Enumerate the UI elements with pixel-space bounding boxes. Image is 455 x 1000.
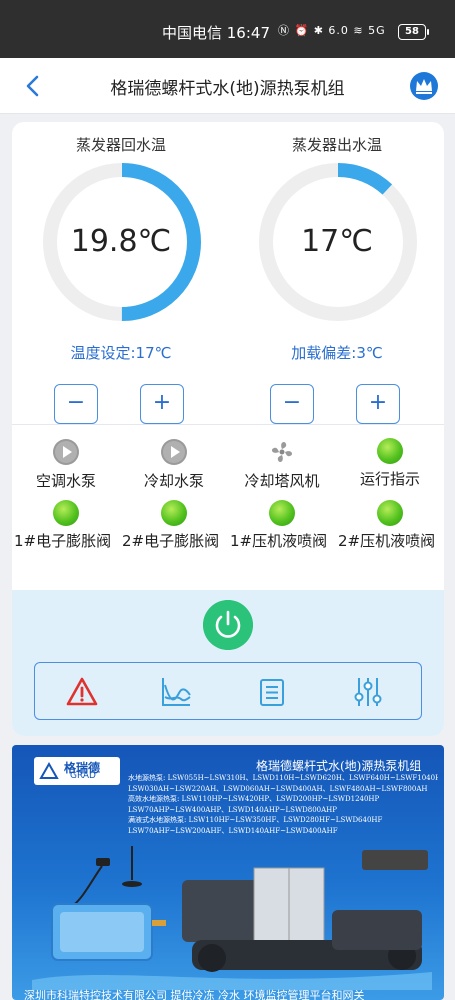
gauge-label: 蒸发器回水温 xyxy=(75,136,166,154)
ad-footer: 深圳市科瑞特控技术有限公司 提供冷冻 冷水 环境监控管理平台和网关 xyxy=(24,989,365,1000)
logo-mark-icon xyxy=(39,762,59,779)
status-label: 空调水泵 xyxy=(35,472,96,490)
green-light-icon xyxy=(269,500,295,526)
carrier-time: 中国电信 16:47 xyxy=(162,24,270,42)
curve-chart-icon[interactable] xyxy=(159,675,193,709)
status-icons: Ⓝ ⏰ ✱ 6.0 ≋ 5G xyxy=(278,24,386,37)
status-evx-2: 2#电子膨胀阀 xyxy=(120,500,228,551)
ad-line: 水地源热泵: LSW055H~LSW310H、LSWD110H~LSWD620H… xyxy=(128,774,438,782)
status-cooling-pump: 冷却水泵 xyxy=(120,438,228,491)
battery-icon: 58 xyxy=(398,24,429,40)
ad-line: 高效水地源热泵: LSW110HP~LSW420HP、LSWD200HP~LSW… xyxy=(128,795,380,803)
status-label: 2#压机液喷阀 xyxy=(338,532,436,550)
product-illustration xyxy=(32,846,432,990)
decrease-button[interactable]: − xyxy=(54,384,98,424)
ad-line: LSW70AHF~LSW200AHF、LSWD140AHF~LSWD400AHF xyxy=(128,826,338,835)
increase-button[interactable]: + xyxy=(356,384,400,424)
page-title: 格瑞德螺杆式水(地)源热泵机组 xyxy=(110,79,345,99)
status-cooling-tower-fan: 冷却塔风机 xyxy=(228,438,336,491)
status-injection-valve-2: 2#压机液喷阀 xyxy=(336,500,444,551)
list-icon[interactable] xyxy=(255,675,289,709)
logo-subtext: GRAD xyxy=(70,771,96,781)
green-light-icon xyxy=(377,500,403,526)
gauge-value: 19.8℃ xyxy=(70,224,172,259)
ad-line: LSW030AH~LSW220AH、LSWD060AH~LSWD400AH、LS… xyxy=(128,784,428,793)
divider xyxy=(12,424,444,425)
play-icon xyxy=(161,439,187,465)
settings-sliders-icon[interactable] xyxy=(351,675,385,709)
increase-button[interactable]: + xyxy=(140,384,184,424)
gauge-value: 17℃ xyxy=(301,224,373,259)
power-icon[interactable] xyxy=(203,600,253,650)
green-light-icon xyxy=(377,438,403,464)
ad-line: 满液式水地源热泵: LSW110HF~LSW350HF、LSWD280HF~LS… xyxy=(128,816,383,824)
status-label: 冷却水泵 xyxy=(143,472,204,490)
ad-line: LSW70AHP~LSW400AHP、LSWD140AHP~LSWD800AHP xyxy=(128,805,337,814)
status-injection-valve-1: 1#压机液喷阀 xyxy=(228,500,336,551)
load-deviation-link[interactable]: 加载偏差:3℃ xyxy=(242,342,432,363)
ad-banner[interactable]: 格瑞德 GRAD 格瑞德螺杆式水(地)源热泵机组 水地源热泵: LSW055H~… xyxy=(12,745,444,1000)
status-evx-1: 1#电子膨胀阀 xyxy=(12,500,120,551)
green-light-icon xyxy=(53,500,79,526)
status-run-indicator: 运行指示 xyxy=(336,438,444,489)
main-card: 蒸发器回水温 19.8℃ 温度设定:17℃ − + 蒸发器出水温 17℃ 加载偏… xyxy=(12,122,444,736)
gauge-label: 蒸发器出水温 xyxy=(291,136,382,154)
status-label: 2#电子膨胀阀 xyxy=(122,532,220,550)
brand-logo: 格瑞德 GRAD xyxy=(34,757,120,785)
status-bar: 中国电信 16:47 Ⓝ ⏰ ✱ 6.0 ≋ 5G 58 xyxy=(0,0,455,58)
alarm-warning-icon[interactable] xyxy=(65,675,99,709)
crown-icon[interactable] xyxy=(409,71,439,101)
ad-title: 格瑞德螺杆式水(地)源热泵机组 xyxy=(256,759,422,773)
status-label: 运行指示 xyxy=(359,470,420,488)
status-ac-pump: 空调水泵 xyxy=(12,438,120,491)
fan-icon xyxy=(271,441,293,463)
play-icon xyxy=(53,439,79,465)
decrease-button[interactable]: − xyxy=(270,384,314,424)
control-panel xyxy=(12,590,444,736)
green-light-icon xyxy=(161,500,187,526)
tool-bar xyxy=(34,662,422,720)
temperature-setting-link[interactable]: 温度设定:17℃ xyxy=(26,342,216,363)
status-label: 冷却塔风机 xyxy=(244,472,320,490)
app-header: 格瑞德螺杆式水(地)源热泵机组 xyxy=(0,58,455,114)
status-label: 1#压机液喷阀 xyxy=(230,532,328,550)
status-label: 1#电子膨胀阀 xyxy=(14,532,112,550)
ad-model-list: 水地源热泵: LSW055H~LSW310H、LSWD110H~LSWD620H… xyxy=(128,773,438,836)
